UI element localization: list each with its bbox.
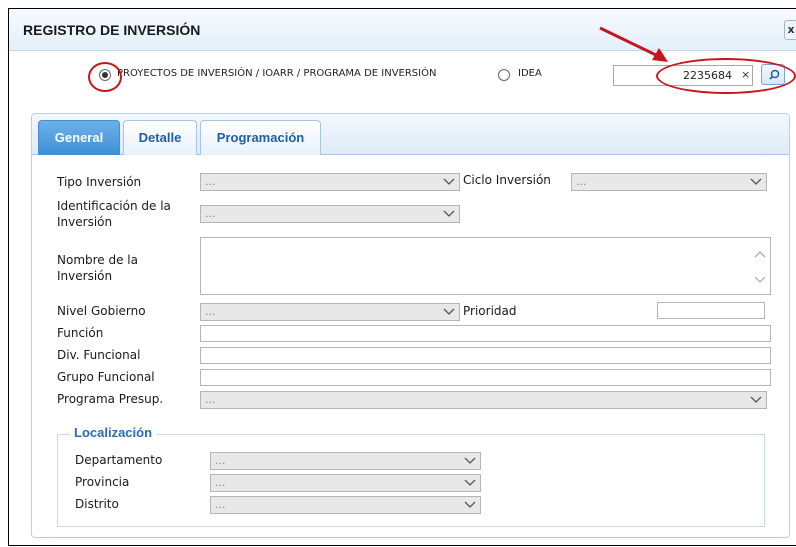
programa-presup-select[interactable]: ... [200, 391, 767, 409]
funcion-label: Función [57, 326, 104, 340]
provincia-label: Provincia [75, 475, 130, 489]
annotation-circle-search [656, 58, 796, 94]
nombre-textarea[interactable] [200, 237, 771, 295]
tab-general[interactable]: General [38, 120, 120, 155]
prioridad-label: Prioridad [463, 304, 517, 318]
chevron-down-icon [443, 178, 455, 185]
chevron-down-icon [750, 178, 762, 185]
radio-idea[interactable] [498, 69, 510, 81]
provincia-value: ... [215, 476, 226, 489]
nivel-gobierno-label: Nivel Gobierno [57, 304, 146, 318]
radio-idea-label: IDEA [518, 68, 542, 79]
chevron-down-icon [464, 479, 476, 486]
programa-presup-value: ... [205, 393, 216, 406]
distrito-select[interactable]: ... [210, 496, 481, 514]
distrito-value: ... [215, 498, 226, 511]
panel-header: REGISTRO DE INVERSIÓN x [9, 9, 796, 51]
identificacion-select[interactable]: ... [200, 205, 460, 223]
funcion-input[interactable] [200, 325, 771, 342]
chevron-down-icon [464, 501, 476, 508]
provincia-select[interactable]: ... [210, 474, 481, 492]
nivel-gobierno-value: ... [205, 305, 216, 318]
grupo-funcional-label: Grupo Funcional [57, 370, 155, 384]
div-funcional-label: Div. Funcional [57, 348, 141, 362]
distrito-label: Distrito [75, 497, 119, 511]
ciclo-inversion-label: Ciclo Inversión [463, 173, 551, 187]
chevron-down-icon [443, 210, 455, 217]
chevron-down-icon [443, 308, 455, 315]
annotation-circle-radio [88, 62, 122, 92]
departamento-label: Departamento [75, 453, 163, 467]
chevron-down-icon [464, 457, 476, 464]
collapse-button[interactable]: x [784, 20, 796, 40]
nombre-label: Nombre de la Inversión [57, 253, 138, 283]
ciclo-inversion-value: ... [576, 175, 587, 188]
departamento-value: ... [215, 454, 226, 467]
tipo-inversion-value: ... [205, 175, 216, 188]
chevron-down-icon [750, 396, 762, 403]
tipo-inversion-select[interactable]: ... [200, 173, 460, 191]
tab-programacion[interactable]: Programación [200, 120, 321, 155]
scroll-arrows-icon[interactable] [754, 250, 766, 284]
identificacion-value: ... [205, 207, 216, 220]
annotation-arrow [599, 26, 668, 62]
radio-proyectos-label: PROYECTOS DE INVERSIÓN / IOARR / PROGRAM… [117, 68, 437, 79]
ciclo-inversion-select[interactable]: ... [571, 173, 767, 191]
page-title: REGISTRO DE INVERSIÓN [23, 22, 201, 38]
identificacion-label: Identificación de la Inversión [57, 199, 171, 229]
programa-presup-label: Programa Presup. [57, 392, 164, 406]
div-funcional-input[interactable] [200, 347, 771, 364]
tab-detalle[interactable]: Detalle [123, 120, 197, 155]
grupo-funcional-input[interactable] [200, 369, 771, 386]
prioridad-input[interactable] [657, 302, 765, 319]
tipo-inversion-label: Tipo Inversión [57, 175, 142, 189]
departamento-select[interactable]: ... [210, 452, 481, 470]
nivel-gobierno-select[interactable]: ... [200, 303, 460, 321]
localizacion-legend: Localización [70, 425, 157, 440]
